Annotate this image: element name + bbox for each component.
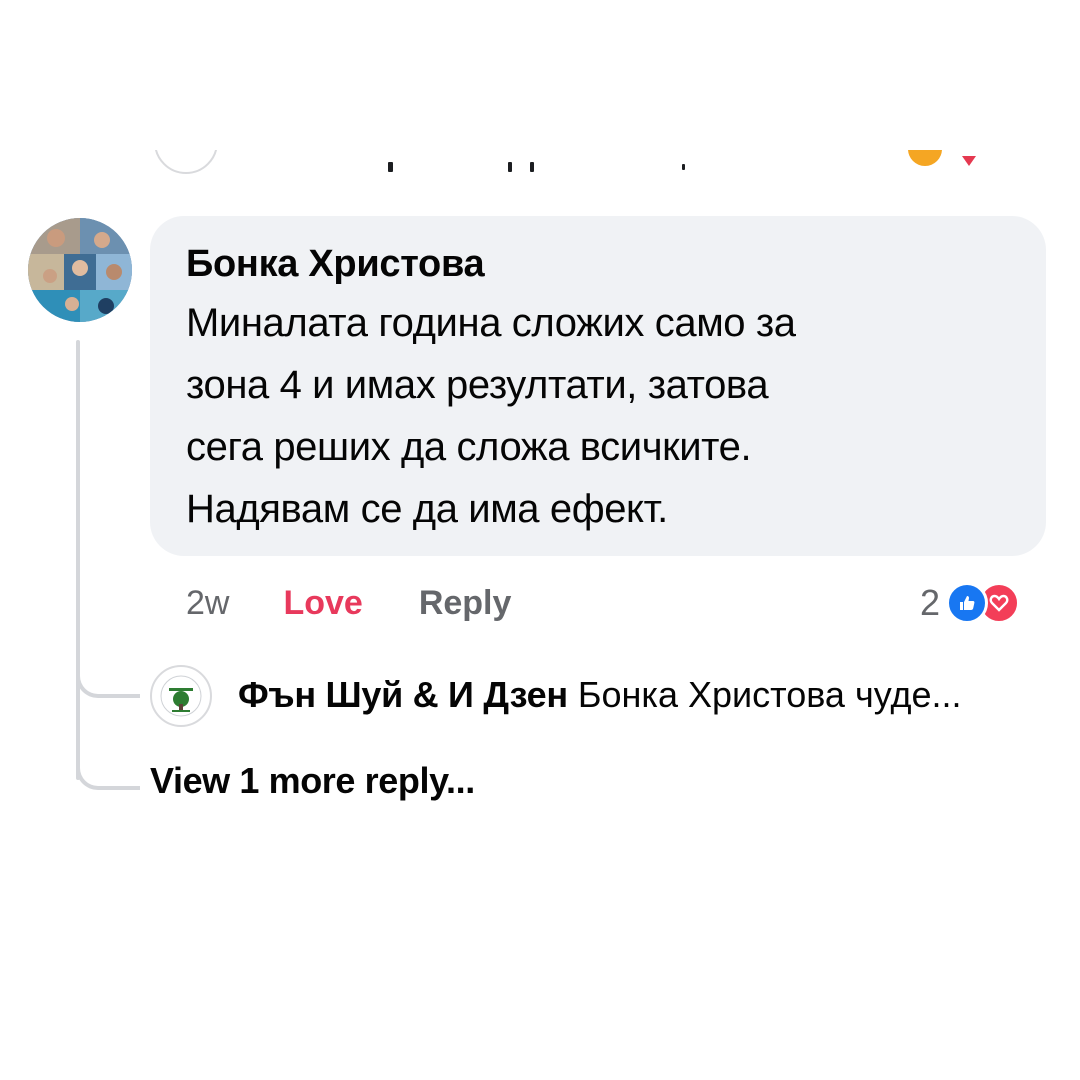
like-icon xyxy=(946,582,989,624)
reply-preview-line[interactable]: Фън Шуй & И Дзен Бонка Христова чуде... xyxy=(238,670,1048,720)
previous-comment-row xyxy=(150,150,990,180)
view-more-replies-link[interactable]: View 1 more reply... xyxy=(150,756,475,806)
reply-button[interactable]: Reply xyxy=(419,584,512,623)
previous-reaction-icon xyxy=(962,156,976,166)
previous-text-fragment xyxy=(508,162,512,172)
previous-reaction-icon xyxy=(908,150,942,166)
commenter-avatar[interactable] xyxy=(28,218,132,322)
thread-branch xyxy=(76,740,140,790)
previous-avatar xyxy=(154,150,218,174)
thread-branch xyxy=(76,650,140,698)
reaction-summary[interactable]: 2 xyxy=(920,578,1021,628)
comment-timestamp[interactable]: 2w xyxy=(186,584,229,623)
previous-text-fragment xyxy=(682,164,685,170)
reply-avatar[interactable] xyxy=(150,665,212,727)
comment-author[interactable]: Бонка Христова xyxy=(186,242,1012,286)
comment-actions: 2w Love Reply xyxy=(186,578,511,628)
comment-bubble: Бонка Христова Миналата година сложих са… xyxy=(150,216,1046,556)
reaction-count: 2 xyxy=(920,582,941,623)
thread-line xyxy=(76,340,80,780)
previous-text-fragment xyxy=(530,162,534,172)
page-logo-icon xyxy=(160,675,202,717)
comment-text: Миналата година сложих само за зона 4 и … xyxy=(186,301,796,531)
love-reaction-button[interactable]: Love xyxy=(283,584,362,623)
reply-preview-text: Бонка Христова чуде... xyxy=(577,674,962,715)
reply-author[interactable]: Фън Шуй & И Дзен xyxy=(238,674,568,715)
previous-text-fragment xyxy=(388,162,393,172)
avatar-photo xyxy=(28,218,132,322)
